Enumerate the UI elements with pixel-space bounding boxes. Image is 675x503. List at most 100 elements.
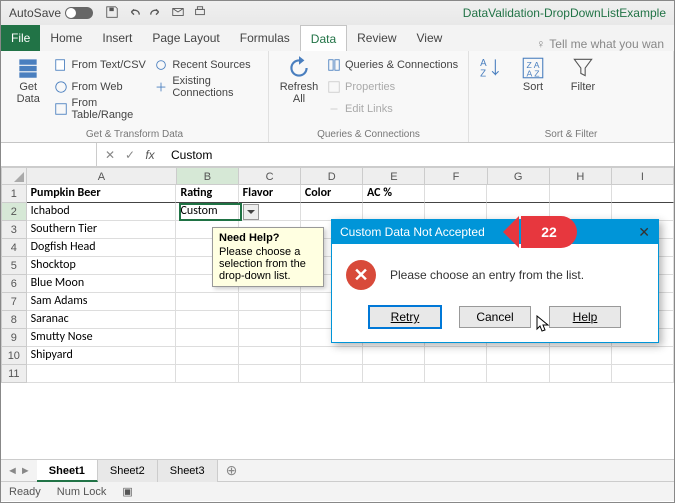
cell[interactable] [176, 293, 238, 311]
cell[interactable]: Color [301, 185, 363, 203]
row-head-8[interactable]: 8 [1, 311, 27, 329]
cell[interactable]: Flavor [239, 185, 301, 203]
cell[interactable]: Shipyard [27, 347, 177, 365]
col-head-c[interactable]: C [239, 167, 301, 185]
cell[interactable] [425, 185, 487, 203]
spreadsheet-grid[interactable]: A B C D E F G H I 1Pumpkin BeerRatingFla… [1, 167, 674, 459]
sort-az-button[interactable]: AZ [477, 55, 505, 81]
add-sheet-button[interactable]: ⊕ [218, 462, 246, 479]
cell[interactable]: Pumpkin Beer [27, 185, 177, 203]
row-head-1[interactable]: 1 [1, 185, 27, 203]
cell[interactable]: Dogfish Head [27, 239, 177, 257]
cell[interactable] [363, 365, 425, 383]
cell[interactable]: Blue Moon [27, 275, 177, 293]
save-icon[interactable] [105, 5, 119, 22]
cell[interactable]: AC % [363, 185, 425, 203]
sheet-tab-2[interactable]: Sheet2 [98, 460, 158, 482]
cell[interactable] [487, 185, 549, 203]
col-head-f[interactable]: F [425, 167, 487, 185]
row-head-4[interactable]: 4 [1, 239, 27, 257]
cell[interactable] [239, 365, 301, 383]
col-head-b[interactable]: B [177, 167, 239, 185]
sort-button[interactable]: Z AA Z Sort [511, 55, 555, 93]
row-head-9[interactable]: 9 [1, 329, 27, 347]
cell[interactable] [550, 185, 612, 203]
menu-file[interactable]: File [1, 25, 40, 51]
row-head-5[interactable]: 5 [1, 257, 27, 275]
filter-button[interactable]: Filter [561, 55, 605, 93]
undo-icon[interactable] [127, 5, 141, 22]
menu-home[interactable]: Home [40, 25, 92, 51]
cell[interactable] [176, 311, 238, 329]
cell[interactable] [239, 311, 301, 329]
cell[interactable] [239, 329, 301, 347]
sheet-nav-next-icon[interactable]: ► [20, 465, 31, 477]
fx-icon[interactable]: fx [141, 148, 159, 162]
queries-connections-button[interactable]: Queries & Connections [327, 55, 458, 75]
menu-data[interactable]: Data [300, 25, 347, 51]
cell[interactable]: Sam Adams [27, 293, 177, 311]
col-head-g[interactable]: G [488, 167, 550, 185]
col-head-d[interactable]: D [301, 167, 363, 185]
cell[interactable] [425, 347, 487, 365]
row-head-2[interactable]: 2 [1, 203, 27, 221]
cell[interactable]: Saranac [27, 311, 177, 329]
col-head-a[interactable]: A [27, 167, 177, 185]
row-head-10[interactable]: 10 [1, 347, 27, 365]
row-head-11[interactable]: 11 [1, 365, 27, 383]
enter-formula-icon[interactable]: ✓ [121, 148, 139, 162]
menu-pagelayout[interactable]: Page Layout [142, 25, 229, 51]
cell[interactable]: Rating [176, 185, 238, 203]
cell[interactable] [176, 365, 238, 383]
cell[interactable]: Custom [176, 203, 238, 221]
sheet-nav-prev-icon[interactable]: ◄ [7, 465, 18, 477]
cell[interactable] [550, 347, 612, 365]
cell[interactable] [301, 365, 363, 383]
tell-me-search[interactable]: ♀ Tell me what you wan [536, 37, 674, 51]
refresh-all-button[interactable]: Refresh All [277, 55, 321, 105]
cell[interactable] [550, 365, 612, 383]
menu-view[interactable]: View [407, 25, 453, 51]
cell[interactable]: Ichabod [27, 203, 177, 221]
autosave-toggle[interactable]: AutoSave [9, 6, 93, 20]
row-head-7[interactable]: 7 [1, 293, 27, 311]
cell[interactable] [487, 365, 549, 383]
cancel-button[interactable]: Cancel [459, 306, 531, 328]
col-head-e[interactable]: E [363, 167, 425, 185]
from-table-button[interactable]: From Table/Range [54, 99, 149, 119]
menu-formulas[interactable]: Formulas [230, 25, 300, 51]
cell[interactable] [363, 347, 425, 365]
cell[interactable] [612, 365, 674, 383]
macro-record-icon[interactable]: ▣ [122, 485, 132, 498]
close-icon[interactable]: ✕ [638, 220, 650, 244]
row-head-3[interactable]: 3 [1, 221, 27, 239]
cancel-formula-icon[interactable]: ✕ [101, 148, 119, 162]
cell[interactable] [239, 347, 301, 365]
existing-connections-button[interactable]: Existing Connections [154, 77, 260, 97]
sheet-tab-1[interactable]: Sheet1 [37, 460, 98, 482]
row-head-6[interactable]: 6 [1, 275, 27, 293]
cell[interactable]: Southern Tier [27, 221, 177, 239]
get-data-button[interactable]: Get Data [9, 55, 48, 105]
cell[interactable]: Smutty Nose [27, 329, 177, 347]
menu-insert[interactable]: Insert [92, 25, 142, 51]
menu-review[interactable]: Review [347, 25, 406, 51]
cell[interactable] [239, 293, 301, 311]
help-button[interactable]: Help [549, 306, 621, 328]
cell[interactable] [612, 347, 674, 365]
formula-input[interactable]: Custom [163, 143, 674, 166]
quickprint-icon[interactable] [193, 5, 207, 22]
cell[interactable] [612, 185, 674, 203]
recent-sources-button[interactable]: Recent Sources [154, 55, 260, 75]
retry-button[interactable]: Retry [369, 306, 441, 328]
col-head-h[interactable]: H [550, 167, 612, 185]
from-web-button[interactable]: From Web [54, 77, 149, 97]
cell[interactable] [176, 329, 238, 347]
cell[interactable] [487, 347, 549, 365]
cell[interactable] [27, 365, 177, 383]
dropdown-button[interactable] [243, 204, 259, 220]
cell[interactable] [425, 365, 487, 383]
col-head-i[interactable]: I [612, 167, 674, 185]
cell[interactable]: Shocktop [27, 257, 177, 275]
redo-icon[interactable] [149, 5, 163, 22]
